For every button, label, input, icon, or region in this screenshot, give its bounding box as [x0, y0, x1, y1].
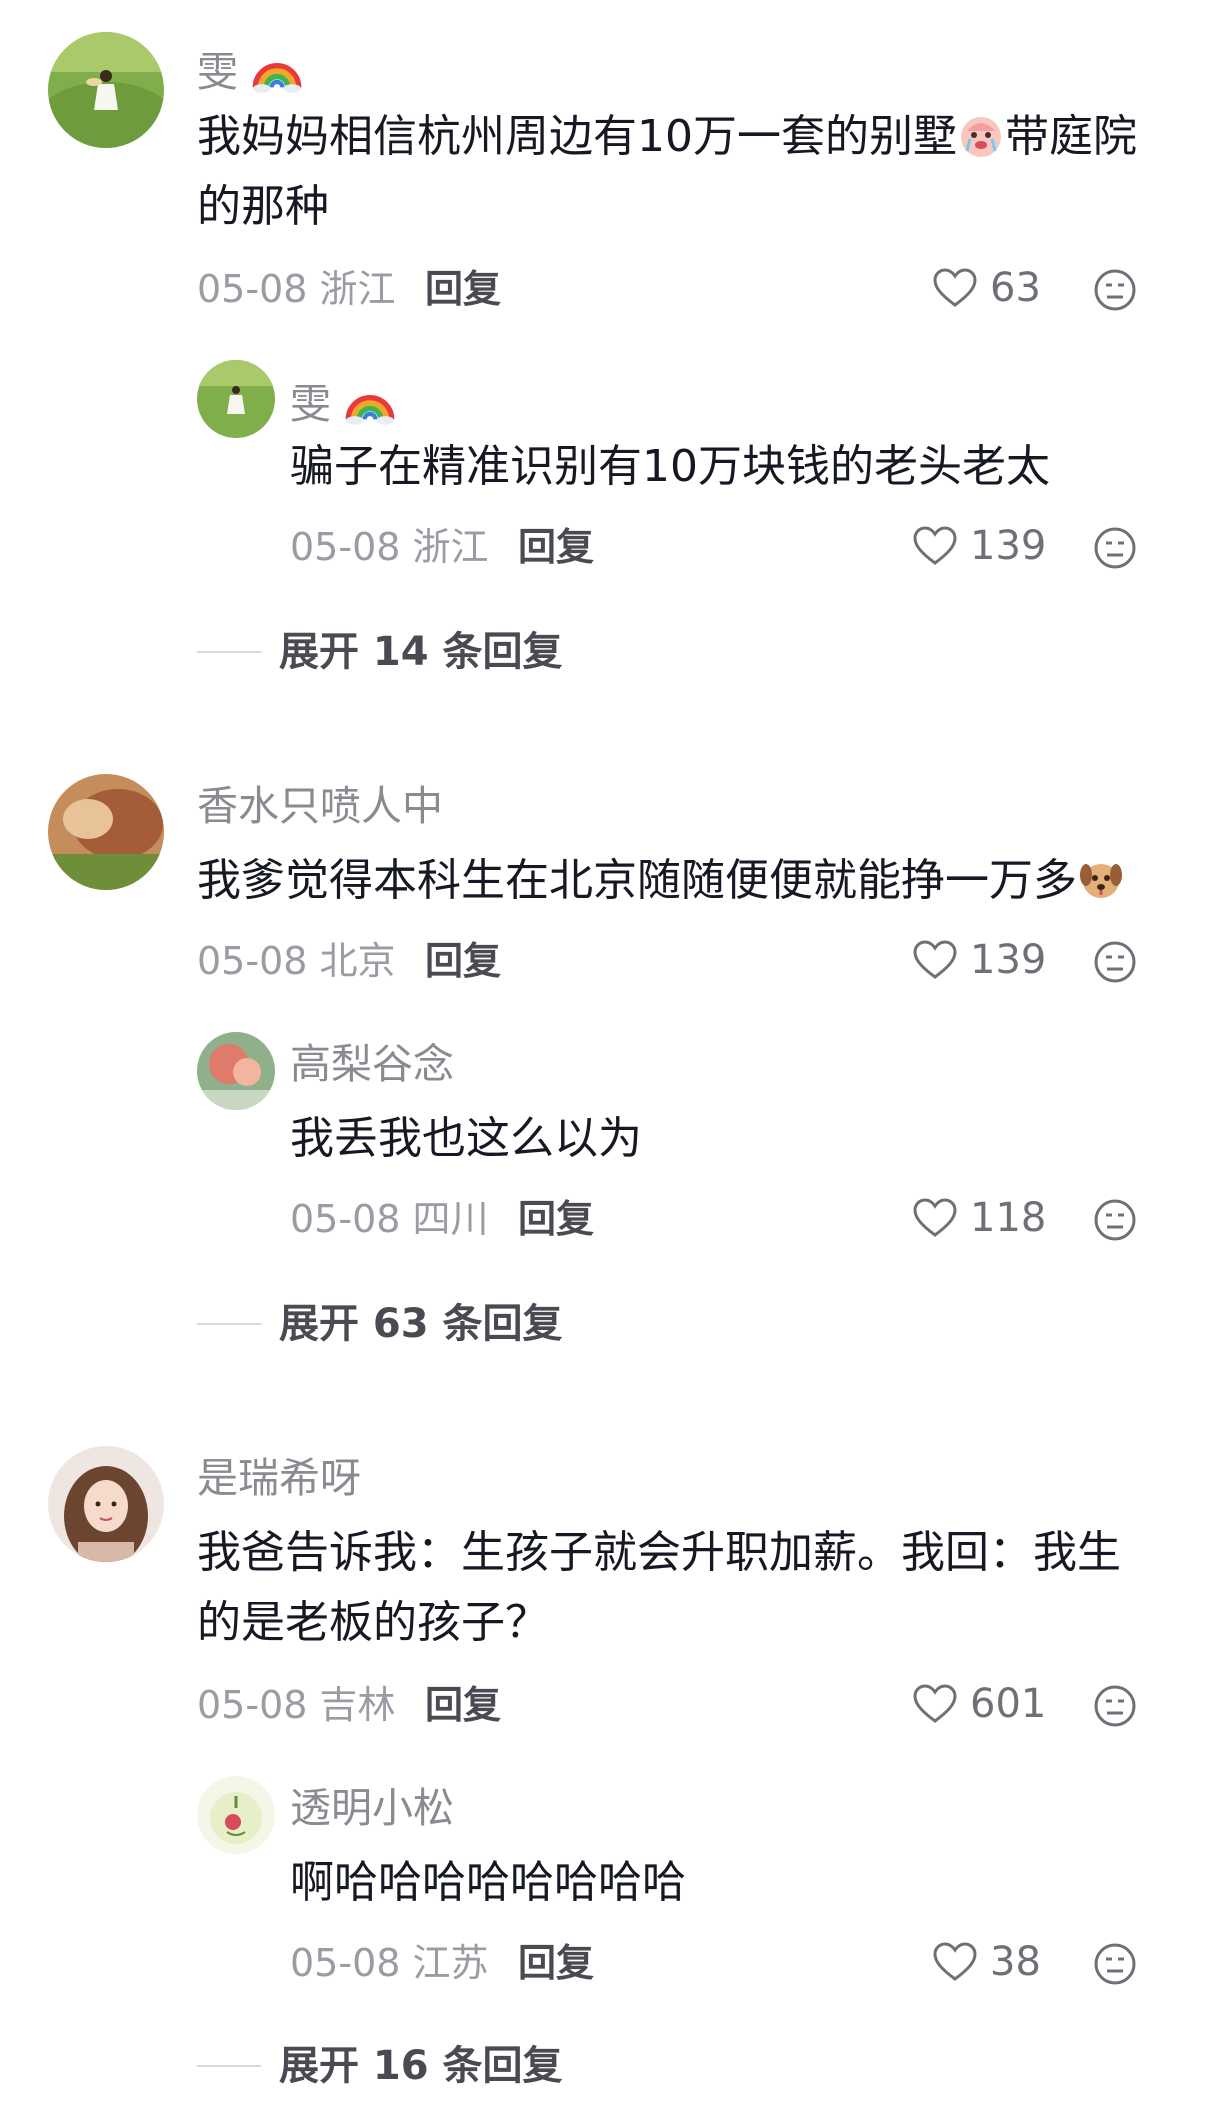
comment-text: 我妈妈相信杭州周边有10万一套的别墅 带庭院的那种 — [197, 111, 1137, 232]
divider — [197, 651, 261, 653]
reply-meta: 05-08 四川 — [290, 1200, 489, 1238]
comment-username[interactable]: 香水只喷人中 — [197, 786, 443, 827]
reply-button[interactable]: 回复 — [425, 942, 501, 980]
heart-icon — [913, 1198, 957, 1237]
comment-date: 05-08 — [197, 267, 308, 311]
reply-date: 05-08 — [290, 525, 401, 569]
expand-replies-button[interactable]: 展开 63 条回复 — [197, 1304, 563, 1344]
like-button[interactable]: 601 — [912, 1683, 1046, 1725]
dislike-icon[interactable] — [1093, 268, 1137, 312]
avatar[interactable] — [48, 32, 164, 148]
like-button[interactable]: 139 — [912, 939, 1046, 981]
avatar[interactable] — [48, 1446, 164, 1562]
like-count: 601 — [970, 1681, 1047, 1727]
avatar[interactable] — [197, 1032, 275, 1110]
comment-username[interactable]: 雯 — [197, 44, 303, 96]
dislike-icon[interactable] — [1093, 1198, 1137, 1242]
comment-location: 北京 — [319, 939, 396, 983]
reply-username[interactable]: 雯 — [290, 376, 396, 428]
reply-button[interactable]: 回复 — [518, 528, 594, 566]
divider — [197, 1323, 261, 1325]
dislike-icon[interactable] — [1093, 526, 1137, 570]
reply-button[interactable]: 回复 — [425, 1686, 501, 1724]
like-count: 139 — [970, 937, 1047, 983]
reply-button[interactable]: 回复 — [425, 270, 501, 308]
reply-date: 05-08 — [290, 1941, 401, 1985]
like-button[interactable]: 118 — [912, 1197, 1046, 1239]
reply-text: 啊哈哈哈哈哈哈哈哈 — [290, 1857, 686, 1908]
heart-icon — [913, 1684, 957, 1723]
dislike-icon[interactable] — [1093, 1684, 1137, 1728]
comment-text: 我爸告诉我：生孩子就会升职加薪。我回：我生的是老板的孩子？ — [197, 1527, 1121, 1648]
comment-username[interactable]: 是瑞希呀 — [197, 1458, 361, 1499]
expand-replies-button[interactable]: 展开 14 条回复 — [197, 632, 563, 672]
comment-location: 浙江 — [319, 267, 396, 311]
comment-date: 05-08 — [197, 1683, 308, 1727]
dislike-icon[interactable] — [1093, 940, 1137, 984]
comment-meta: 05-08 浙江 — [197, 270, 396, 308]
reply-text: 我丢我也这么以为 — [290, 1113, 642, 1164]
comment-text: 我爹觉得本科生在北京随随便便就能挣一万多 — [197, 846, 1177, 916]
comment-meta: 05-08 吉林 — [197, 1686, 396, 1724]
reply-button[interactable]: 回复 — [518, 1200, 594, 1238]
reply-text: 骗子在精准识别有10万块钱的老头老太 — [290, 441, 1050, 492]
avatar[interactable] — [48, 774, 164, 890]
comment-date: 05-08 — [197, 939, 308, 983]
expand-replies-button[interactable]: 展开 16 条回复 — [197, 2046, 563, 2086]
heart-icon — [933, 268, 977, 307]
reply-username[interactable]: 透明小松 — [290, 1788, 454, 1829]
like-button[interactable]: 63 — [932, 267, 1041, 309]
heart-icon — [933, 1942, 977, 1981]
reply-location: 四川 — [412, 1197, 489, 1241]
avatar[interactable] — [197, 360, 275, 438]
like-count: 118 — [970, 1195, 1047, 1241]
crying-face-icon — [961, 117, 1001, 157]
heart-icon — [913, 940, 957, 979]
reply-date: 05-08 — [290, 1197, 401, 1241]
reply-button[interactable]: 回复 — [518, 1944, 594, 1982]
like-count: 139 — [970, 523, 1047, 569]
like-button[interactable]: 38 — [932, 1941, 1041, 1983]
comment-meta: 05-08 北京 — [197, 942, 396, 980]
like-count: 63 — [990, 265, 1041, 311]
divider — [197, 2065, 261, 2067]
reply-location: 江苏 — [412, 1941, 489, 1985]
reply-username[interactable]: 高梨谷念 — [290, 1044, 454, 1085]
reply-meta: 05-08 江苏 — [290, 1944, 489, 1982]
reply-meta: 05-08 浙江 — [290, 528, 489, 566]
like-count: 38 — [990, 1939, 1041, 1985]
like-button[interactable]: 139 — [912, 525, 1046, 567]
rainbow-icon — [345, 394, 395, 425]
heart-icon — [913, 526, 957, 565]
comment-location: 吉林 — [319, 1683, 396, 1727]
dislike-icon[interactable] — [1093, 1942, 1137, 1986]
rainbow-icon — [252, 62, 302, 93]
avatar[interactable] — [197, 1776, 275, 1854]
dog-face-icon — [1080, 864, 1122, 898]
reply-location: 浙江 — [412, 525, 489, 569]
